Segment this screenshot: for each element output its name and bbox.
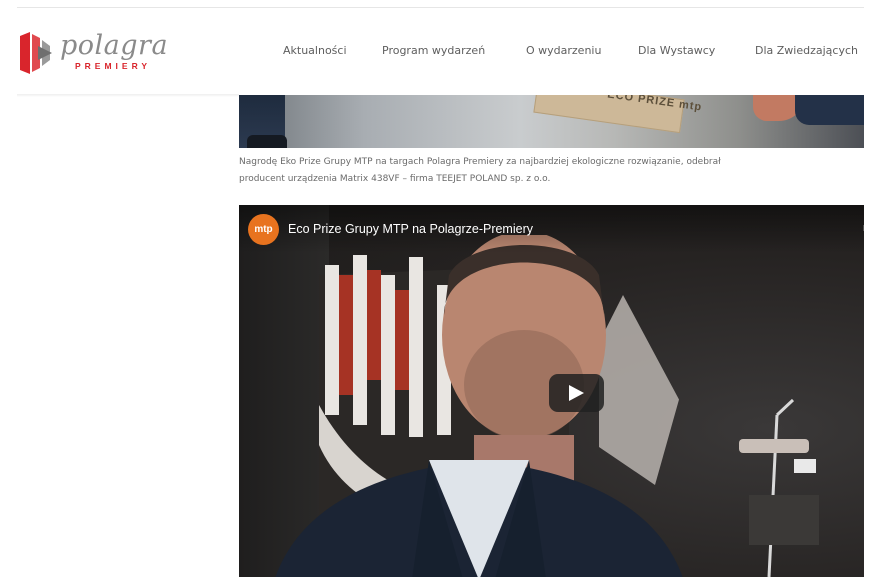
play-icon: [569, 385, 584, 401]
article-caption: Nagrodę Eko Prize Grupy MTP na targach P…: [239, 154, 864, 188]
nav-item-dla-zwiedzajacych[interactable]: Dla Zwiedzających: [755, 44, 858, 57]
caption-line-1: Nagrodę Eko Prize Grupy MTP na targach P…: [239, 157, 721, 167]
nav-item-program-wydarzen[interactable]: Program wydarzeń: [382, 44, 485, 57]
video-watermark: mtp kap: [823, 223, 864, 245]
logo-subtitle: PREMIERY: [75, 61, 152, 71]
nav-item-aktualnosci[interactable]: Aktualności: [283, 44, 347, 57]
play-button[interactable]: [549, 374, 604, 412]
polagra-logo[interactable]: polagra PREMIERY: [16, 30, 169, 80]
watermark-line-2: kap: [823, 234, 864, 245]
nav-item-dla-wystawcy[interactable]: Dla Wystawcy: [638, 44, 715, 57]
image-shoe: [247, 135, 287, 148]
video-person-face: [442, 235, 606, 485]
logo-wordmark: polagra: [60, 30, 169, 61]
video-title[interactable]: Eco Prize Grupy MTP na Polagrze-Premiery: [288, 222, 533, 236]
site-header: polagra PREMIERY Aktualności Program wyd…: [0, 8, 871, 96]
video-award-trophy: [739, 398, 819, 577]
channel-avatar-icon[interactable]: mtp: [248, 214, 279, 245]
header-shadow: [17, 94, 239, 97]
article-image: ECO PRIZE mtp: [239, 95, 864, 148]
video-person-suit: [275, 460, 683, 577]
video-player[interactable]: mtp Eco Prize Grupy MTP na Polagrze-Prem…: [239, 205, 864, 577]
watermark-line-1: mtp: [823, 223, 864, 234]
nav-item-o-wydarzeniu[interactable]: O wydarzeniu: [526, 44, 601, 57]
image-sleeve: [795, 95, 864, 125]
polagra-logo-icon: [20, 32, 52, 74]
caption-line-2: producent urządzenia Matrix 438VF – firm…: [239, 174, 551, 184]
